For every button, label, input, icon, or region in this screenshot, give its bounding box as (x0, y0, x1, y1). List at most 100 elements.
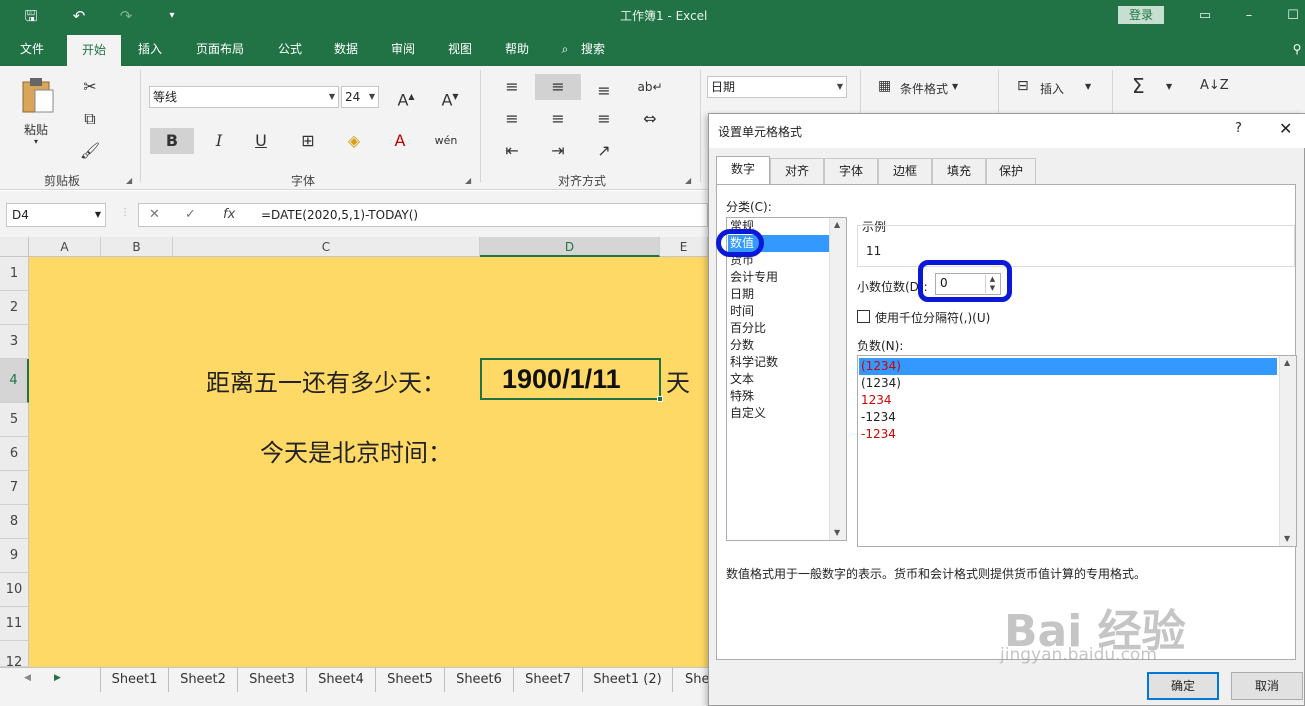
row-header[interactable]: 9 (0, 539, 29, 573)
tab-formulas[interactable]: 公式 (268, 32, 312, 66)
confirm-formula-icon[interactable]: ✓ (185, 204, 196, 226)
worksheet-grid[interactable]: A B C D E 1 2 3 4 5 6 7 8 9 10 11 12 距离五… (0, 237, 708, 670)
negative-format-item[interactable]: (1234) (861, 375, 901, 392)
save-icon[interactable]: 🖫 (20, 6, 42, 26)
clipboard-icon[interactable] (20, 76, 56, 114)
conditional-format-button[interactable]: 条件格式 (900, 80, 948, 97)
scroll-up-icon[interactable]: ▲ (834, 220, 840, 229)
list-item[interactable]: 科学记数 (730, 354, 778, 371)
tab-file[interactable]: 文件 (10, 32, 54, 66)
list-item[interactable]: 百分比 (730, 320, 766, 337)
cell-e4[interactable]: 天 (666, 363, 690, 398)
cut-icon[interactable]: ✂ (76, 74, 104, 100)
tab-review[interactable]: 审阅 (381, 32, 425, 66)
align-top-icon[interactable]: ≡ (498, 74, 526, 100)
font-launcher-icon[interactable]: ◢ (465, 176, 471, 185)
formula-input[interactable]: ✕ ✓ fx =DATE(2020,5,1)-TODAY() (138, 203, 708, 227)
merge-center-icon[interactable]: ⇔ (636, 106, 664, 132)
name-box[interactable]: D4 ▼ (6, 203, 106, 227)
wrap-text-icon[interactable]: ab↵ (636, 74, 664, 100)
tab-insert[interactable]: 插入 (128, 32, 172, 66)
row-header[interactable]: 10 (0, 573, 29, 607)
thousand-separator-label[interactable]: 使用千位分隔符(,)(U) (875, 309, 990, 326)
sheet-tab[interactable]: Sheet1 (2) (583, 668, 673, 692)
person-icon[interactable]: ⚲ (1290, 32, 1304, 66)
help-button[interactable]: ? (1235, 121, 1242, 136)
insert-function-icon[interactable]: fx (223, 204, 235, 226)
borders-icon[interactable]: ⊞ (294, 128, 322, 154)
autosum-icon[interactable]: Σ (1132, 74, 1145, 98)
tab-protection[interactable]: 保护 (986, 158, 1036, 184)
cell-area[interactable]: 距离五一还有多少天： 1900/1/11 天 今天是北京时间： (29, 257, 708, 667)
category-list[interactable]: 常规 数值 货币 会计专用 日期 时间 百分比 分数 科学记数 文本 特殊 自定… (726, 217, 847, 541)
align-right-icon[interactable]: ≡ (590, 106, 618, 132)
undo-icon[interactable]: ↶ (68, 6, 90, 26)
font-name-select[interactable]: 等线 ▼ (149, 86, 339, 108)
select-all-corner[interactable] (0, 237, 29, 257)
increase-indent-icon[interactable]: ⇥ (544, 138, 572, 164)
format-painter-icon[interactable]: 🖌 (76, 138, 104, 164)
column-header[interactable]: A (29, 237, 101, 257)
list-item[interactable]: 特殊 (730, 388, 754, 405)
row-header[interactable]: 12 (0, 641, 29, 670)
align-bottom-icon[interactable]: ≡ (590, 78, 618, 104)
bold-button[interactable]: B (150, 128, 194, 154)
sheet-tab[interactable]: Sheet1 (100, 668, 169, 692)
copy-icon[interactable]: ⧉ (76, 106, 104, 132)
list-item[interactable]: 日期 (730, 286, 754, 303)
negative-format-item[interactable]: 1234 (861, 392, 892, 409)
row-header[interactable]: 7 (0, 471, 29, 505)
row-header[interactable]: 1 (0, 257, 29, 291)
clipboard-launcher-icon[interactable]: ◢ (126, 176, 132, 185)
increase-font-icon[interactable]: A▲ (392, 84, 420, 110)
negative-format-item[interactable]: -1234 (861, 409, 896, 426)
sheet-tab[interactable]: Sheet6 (445, 668, 514, 692)
font-color-icon[interactable]: A (386, 128, 414, 154)
active-cell-d4[interactable]: 1900/1/11 (480, 358, 663, 402)
sheet-tab[interactable]: Sheet4 (307, 668, 376, 692)
paste-button[interactable]: 粘贴 (24, 121, 48, 138)
row-header[interactable]: 4 (0, 359, 29, 403)
conditional-format-icon[interactable]: ▦ (878, 78, 891, 94)
tab-border[interactable]: 边框 (878, 158, 932, 184)
negative-numbers-list[interactable]: (1234) (1234) 1234 -1234 -1234 ▲ ▼ (857, 355, 1297, 547)
scroll-down-icon[interactable]: ▼ (1284, 534, 1290, 543)
sort-filter-icon[interactable]: A↓Z (1200, 78, 1229, 93)
cancel-button[interactable]: 取消 (1231, 672, 1303, 700)
thousand-separator-checkbox[interactable] (857, 310, 870, 323)
fill-handle[interactable] (657, 396, 663, 402)
sheet-tab[interactable]: Sheet2 (169, 668, 238, 692)
list-item[interactable]: 会计专用 (730, 269, 778, 286)
insert-cells-button[interactable]: 插入 (1040, 80, 1064, 97)
column-header[interactable]: E (660, 237, 708, 257)
tab-alignment[interactable]: 对齐 (770, 158, 824, 184)
scroll-right-icon[interactable]: ▶ (54, 673, 61, 683)
orientation-icon[interactable]: ↗ (590, 138, 618, 164)
cell-c6[interactable]: 今天是北京时间： (260, 433, 452, 468)
paste-dropdown-icon[interactable]: ▾ (34, 137, 38, 146)
close-icon[interactable]: ✕ (1279, 119, 1292, 138)
list-item[interactable]: 自定义 (730, 405, 766, 422)
tab-view[interactable]: 视图 (438, 32, 482, 66)
scroll-left-icon[interactable]: ◀ (24, 673, 31, 683)
customize-toolbar-icon[interactable]: ▾ (161, 6, 183, 26)
insert-cells-icon[interactable]: ⊟ (1017, 78, 1029, 94)
sheet-tab[interactable]: Sheet5 (376, 668, 445, 692)
tab-fill[interactable]: 填充 (932, 158, 986, 184)
minimize-icon[interactable]: – (1236, 6, 1262, 26)
search-icon[interactable]: ⌕ (558, 32, 572, 66)
sheet-tab[interactable]: She (673, 668, 710, 692)
row-header[interactable]: 6 (0, 437, 29, 471)
list-item[interactable]: 文本 (730, 371, 754, 388)
decrease-font-icon[interactable]: A▼ (436, 84, 464, 110)
column-header[interactable]: B (101, 237, 173, 257)
ribbon-display-icon[interactable]: ▭ (1192, 6, 1218, 26)
tab-data[interactable]: 数据 (324, 32, 368, 66)
decrease-indent-icon[interactable]: ⇤ (498, 138, 526, 164)
list-item[interactable]: 分数 (730, 337, 754, 354)
row-header[interactable]: 11 (0, 607, 29, 641)
scroll-down-icon[interactable]: ▼ (834, 528, 840, 537)
align-middle-icon[interactable]: ≡ (535, 74, 581, 100)
italic-button[interactable]: I (205, 128, 233, 154)
underline-button[interactable]: U (247, 128, 275, 154)
